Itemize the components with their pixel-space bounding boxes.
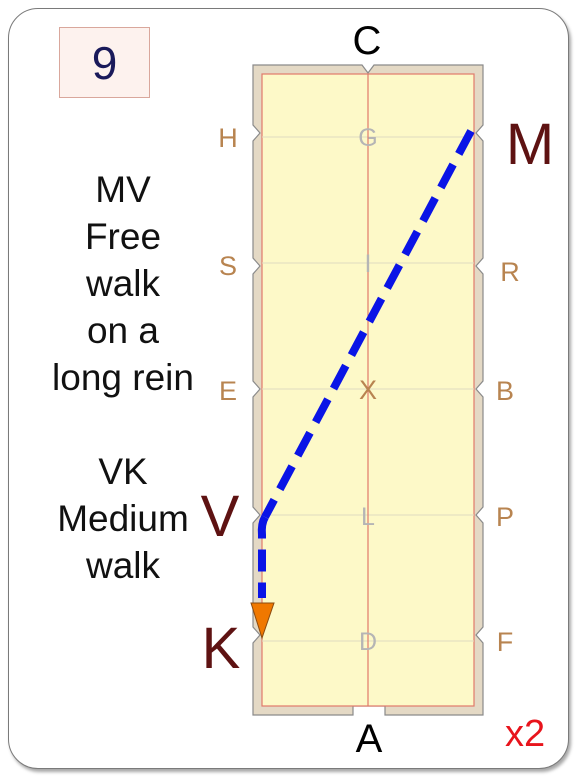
letter-s: S (219, 251, 237, 281)
letter-l: L (361, 503, 375, 531)
letter-f: F (497, 627, 514, 657)
letter-b: B (496, 376, 514, 406)
letter-p: P (496, 502, 514, 532)
letter-g: G (358, 124, 377, 152)
letter-k: K (202, 616, 241, 681)
letter-c: C (353, 19, 382, 63)
letter-v: V (201, 484, 240, 549)
letter-e: E (219, 376, 237, 406)
letter-a: A (356, 717, 383, 761)
arena-diagram: G I X L D H S E R B P F C A M V K (201, 19, 555, 761)
letter-r: R (500, 257, 520, 287)
letter-x: X (359, 375, 377, 405)
letter-h: H (218, 123, 238, 153)
letter-i: I (365, 250, 372, 278)
letter-d: D (359, 628, 377, 656)
path-vk-track (257, 515, 269, 598)
letter-m: M (506, 112, 554, 177)
coefficient-label: x2 (505, 713, 546, 755)
